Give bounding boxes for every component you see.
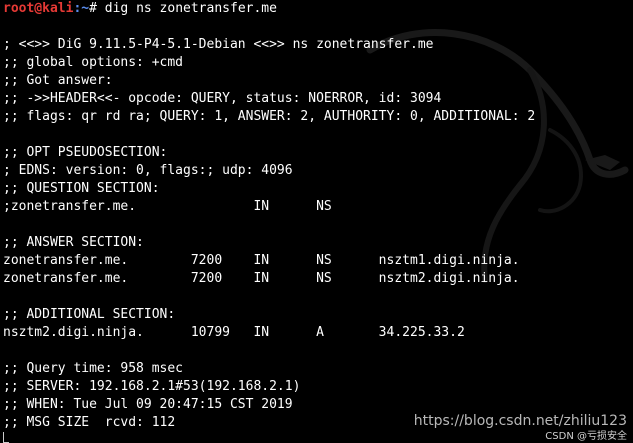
corner-mark	[3, 432, 9, 443]
output-line: ;; Got answer:	[3, 73, 113, 88]
output-line: ;; MSG SIZE rcvd: 112	[3, 415, 176, 430]
prompt-path: :~	[73, 1, 90, 16]
output-line: ;; ADDITIONAL SECTION:	[3, 307, 176, 322]
output-line: ;; WHEN: Tue Jul 09 20:47:15 CST 2019	[3, 397, 293, 412]
output-line: ;; ANSWER SECTION:	[3, 235, 144, 250]
output-line: ;zonetransfer.me. IN NS	[3, 199, 332, 214]
output-line: ;; SERVER: 192.168.2.1#53(192.168.2.1)	[3, 379, 301, 394]
output-line: ;; global options: +cmd	[3, 55, 184, 70]
watermark-credit: CSDN @亏损安全	[545, 427, 627, 442]
output-line: nsztm2.digi.ninja. 10799 IN A 34.225.33.…	[3, 325, 465, 340]
output-line: zonetransfer.me. 7200 IN NS nsztm1.digi.…	[3, 253, 520, 268]
output-line: ;; OPT PSEUDOSECTION:	[3, 145, 168, 160]
output-line: ;; ->>HEADER<<- opcode: QUERY, status: N…	[3, 91, 442, 106]
output-line: ; <<>> DiG 9.11.5-P4-5.1-Debian <<>> ns …	[3, 37, 434, 52]
output-line: ; EDNS: version: 0, flags:; udp: 4096	[3, 163, 293, 178]
prompt-command: dig ns zonetransfer.me	[104, 1, 277, 16]
prompt-symbol: #	[89, 1, 105, 16]
prompt-line: root@kali:~# dig ns zonetransfer.me	[3, 0, 277, 18]
prompt-user-host: root@kali	[3, 1, 74, 16]
terminal-window[interactable]: root@kali:~# dig ns zonetransfer.me ; <<…	[0, 0, 633, 443]
output-line: ;; QUESTION SECTION:	[3, 181, 160, 196]
output-line: ;; Query time: 958 msec	[3, 361, 184, 376]
output-line: zonetransfer.me. 7200 IN NS nsztm2.digi.…	[3, 271, 520, 286]
output-line: ;; flags: qr rd ra; QUERY: 1, ANSWER: 2,…	[3, 109, 536, 124]
